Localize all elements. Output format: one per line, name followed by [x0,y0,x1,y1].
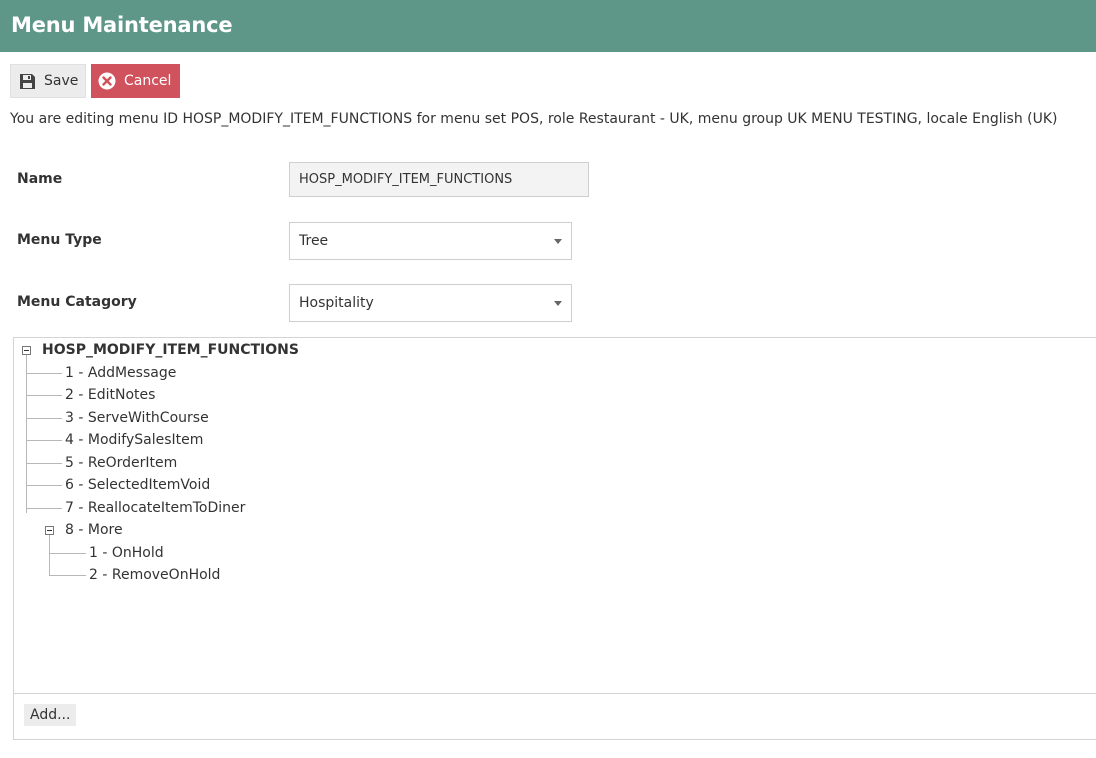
close-circle-icon [98,72,116,90]
tree-connector [26,395,62,396]
tree-connector [26,355,27,513]
tree-item-more[interactable]: 8 - More [65,521,123,539]
name-label: Name [17,171,63,187]
tree-item[interactable]: 2 - EditNotes [65,386,155,404]
tree-connector [49,553,86,554]
tree-item[interactable]: 3 - ServeWithCourse [65,409,209,427]
tree-connector [26,440,62,441]
tree-connector [26,485,62,486]
menu-type-label: Menu Type [17,232,102,248]
cancel-button[interactable]: Cancel [91,64,180,98]
tree-connector [26,463,62,464]
menu-category-label: Menu Catagory [17,294,137,310]
tree-item[interactable]: 7 - ReallocateItemToDiner [65,499,245,517]
tree-footer-divider [14,693,1096,694]
tree-item[interactable]: 5 - ReOrderItem [65,454,177,472]
menu-category-value: Hospitality [299,295,374,311]
save-button[interactable]: Save [10,64,86,98]
editing-info-text: You are editing menu ID HOSP_MODIFY_ITEM… [10,111,1058,127]
chevron-down-icon [554,301,562,306]
menu-type-value: Tree [299,233,329,249]
tree-item[interactable]: 4 - ModifySalesItem [65,431,203,449]
tree-item[interactable]: 6 - SelectedItemVoid [65,476,210,494]
floppy-disk-icon [20,73,35,89]
page-title: Menu Maintenance [11,13,233,37]
tree-connector [26,373,62,374]
name-field[interactable]: HOSP_MODIFY_ITEM_FUNCTIONS [289,162,589,197]
chevron-down-icon [554,239,562,244]
tree-root-node[interactable]: HOSP_MODIFY_ITEM_FUNCTIONS [42,341,299,359]
save-button-label: Save [44,73,79,89]
page-header: Menu Maintenance [0,0,1096,52]
tree-sub-item[interactable]: 2 - RemoveOnHold [89,566,220,584]
collapse-icon[interactable] [45,526,54,535]
tree-connector [26,418,62,419]
tree-item[interactable]: 1 - AddMessage [65,364,176,382]
tree-connector [49,575,86,576]
menu-type-select[interactable]: Tree [289,222,572,260]
menu-tree-panel: HOSP_MODIFY_ITEM_FUNCTIONS 1 - AddMessag… [13,337,1096,740]
cancel-button-label: Cancel [124,73,172,89]
menu-category-select[interactable]: Hospitality [289,284,572,322]
collapse-icon[interactable] [22,346,31,355]
tree-connector [49,535,50,575]
add-button[interactable]: Add... [24,704,77,726]
tree-connector [26,508,62,509]
tree-sub-item[interactable]: 1 - OnHold [89,544,164,562]
